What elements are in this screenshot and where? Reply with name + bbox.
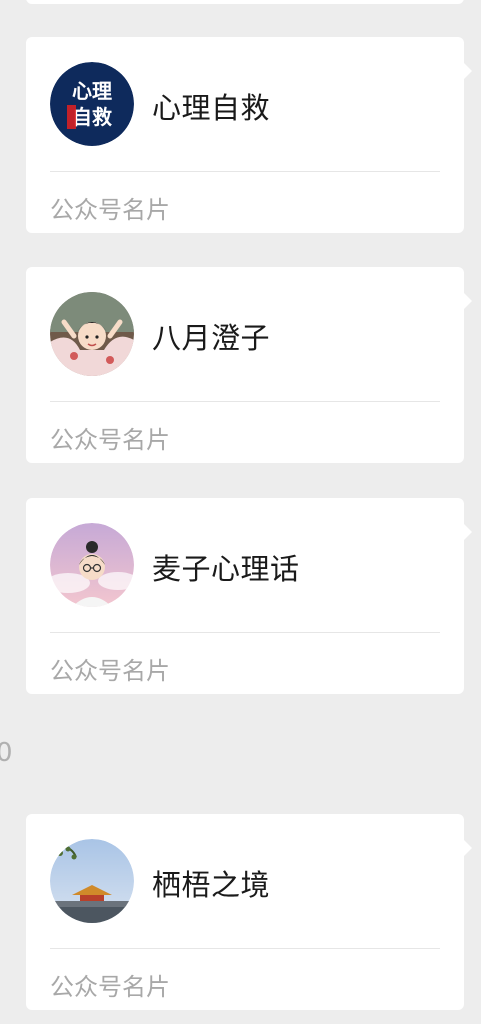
- divider: [50, 948, 440, 949]
- account-avatar: [50, 523, 134, 607]
- official-account-card[interactable]: 栖梧之境 公众号名片: [26, 814, 472, 1010]
- divider: [50, 401, 440, 402]
- girl-with-glasses-avatar-icon: [50, 523, 134, 607]
- account-name: 八月澄子: [152, 321, 271, 355]
- divider: [50, 632, 440, 633]
- palace-roof-avatar-icon: [50, 839, 134, 923]
- card-type-label: 公众号名片: [50, 196, 170, 224]
- account-avatar: [50, 839, 134, 923]
- chat-view: 心理 自救 心理自救 公众号名片 八月澄子 公众号名片 麦子心理话 公众号名片 …: [0, 0, 481, 1024]
- account-avatar: [50, 292, 134, 376]
- bubble-tail: [464, 524, 472, 540]
- bubble-tail: [464, 293, 472, 309]
- official-account-card[interactable]: 八月澄子 公众号名片: [26, 267, 472, 463]
- svg-text:心理: 心理: [72, 79, 112, 103]
- divider: [50, 171, 440, 172]
- bubble-tail: [464, 63, 472, 79]
- account-name: 心理自救: [152, 91, 271, 125]
- account-name: 麦子心理话: [152, 552, 300, 586]
- official-account-card[interactable]: 麦子心理话 公众号名片: [26, 498, 472, 694]
- illustrated-girl-avatar-icon: [50, 292, 134, 376]
- partial-text: 0: [0, 738, 13, 768]
- svg-text:自救: 自救: [72, 105, 112, 129]
- account-name: 栖梧之境: [152, 868, 271, 902]
- official-account-card[interactable]: 心理 自救 心理自救 公众号名片: [26, 37, 472, 233]
- card-type-label: 公众号名片: [50, 973, 170, 1001]
- bubble-tail: [464, 840, 472, 856]
- xinli-zijiu-logo-icon: 心理 自救: [50, 62, 134, 146]
- previous-card-fragment[interactable]: [26, 0, 464, 4]
- card-type-label: 公众号名片: [50, 426, 170, 454]
- account-avatar: 心理 自救: [50, 62, 134, 146]
- card-type-label: 公众号名片: [50, 657, 170, 685]
